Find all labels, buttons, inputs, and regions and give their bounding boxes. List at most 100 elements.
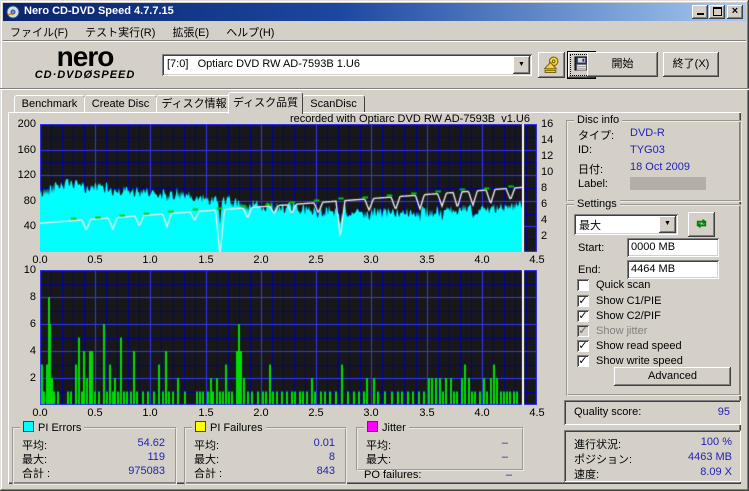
axis-tick-label: 3.5 bbox=[419, 254, 435, 266]
axis-tick-label: 0.0 bbox=[32, 407, 48, 419]
jitter-max-label: 最大: bbox=[366, 454, 392, 466]
jitter-group-title: Jitter bbox=[364, 421, 409, 434]
disc-label-label: Label: bbox=[578, 178, 608, 190]
axis-tick-label: 14 bbox=[541, 134, 554, 146]
axis-tick-label: 10 bbox=[541, 166, 554, 178]
menu-file[interactable]: ファイル(F) bbox=[3, 22, 75, 40]
start-field-value: 0000 MB bbox=[631, 241, 676, 253]
disc-type-label: タイプ: bbox=[578, 130, 615, 142]
drive-selector-arrow-button[interactable]: ▼ bbox=[513, 56, 530, 74]
checkbox-show-jitter: ✓ Show jitter bbox=[577, 325, 735, 339]
empty-checkbox bbox=[577, 279, 589, 291]
scan-speed-select[interactable]: 最大 ▼ bbox=[574, 214, 678, 235]
checkbox-show-c2-pif[interactable]: ✓ Show C2/PIF bbox=[577, 310, 735, 324]
jitter-max-value: – bbox=[501, 451, 508, 463]
axis-tick-label: 3.5 bbox=[419, 407, 435, 419]
quality-score-label: Quality score: bbox=[574, 406, 642, 418]
pi-errors-group-title: PI Errors bbox=[20, 421, 85, 434]
settings-group-title: Settings bbox=[574, 198, 620, 210]
position-value: 4463 MB bbox=[687, 451, 732, 463]
axis-tick-label: 1.5 bbox=[198, 407, 214, 419]
eject-button[interactable] bbox=[538, 52, 565, 78]
checkbox-label: Show write speed bbox=[596, 355, 683, 367]
disc-info-group-title: Disc info bbox=[574, 114, 623, 126]
toolbar-separator bbox=[0, 88, 749, 90]
pi-failures-legend-swatch bbox=[195, 421, 206, 432]
axis-tick-label: 4.5 bbox=[529, 407, 545, 419]
axis-tick-label: 2 bbox=[29, 372, 36, 384]
window-title: Nero CD-DVD Speed 4.7.7.15 bbox=[24, 5, 174, 17]
checkbox-label: Show jitter bbox=[596, 325, 648, 337]
pif-total-label: 合計 : bbox=[194, 468, 223, 480]
menu-help[interactable]: ヘルプ(H) bbox=[219, 22, 281, 40]
maximize-icon bbox=[712, 7, 722, 16]
title-bar[interactable]: Nero CD-DVD Speed 4.7.7.15 × bbox=[3, 3, 746, 21]
axis-tick-label: 0.5 bbox=[87, 407, 103, 419]
menu-extra[interactable]: 拡張(E) bbox=[165, 22, 216, 40]
checkmark-icon: ✓ bbox=[577, 295, 589, 307]
end-field-label: End: bbox=[578, 264, 601, 276]
tab-benchmark[interactable]: Benchmark bbox=[14, 95, 85, 113]
disc-id-value: TYG03 bbox=[630, 144, 665, 156]
quality-score-value: 95 bbox=[717, 406, 730, 418]
checkbox-quick-scan[interactable]: Quick scan bbox=[577, 279, 735, 293]
pi-failures-group-title: PI Failures bbox=[192, 421, 266, 434]
start-button[interactable]: 開始 bbox=[587, 52, 658, 77]
close-icon: × bbox=[731, 5, 739, 17]
axis-tick-label: 1.5 bbox=[198, 254, 214, 266]
drive-selector-value: [7:0] Optiarc DVD RW AD-7593B 1.U6 bbox=[167, 58, 360, 70]
minimize-button[interactable] bbox=[692, 5, 708, 19]
pif-max-value: 8 bbox=[328, 451, 335, 463]
axis-tick-label: 120 bbox=[17, 169, 36, 181]
axis-tick-label: 8 bbox=[541, 182, 548, 194]
menu-separator bbox=[3, 40, 746, 42]
menu-run-test[interactable]: テスト実行(R) bbox=[78, 22, 162, 40]
exit-button[interactable]: 終了(X) bbox=[663, 52, 719, 77]
po-failures-value: – bbox=[505, 469, 512, 481]
close-button[interactable]: × bbox=[727, 5, 743, 19]
app-icon bbox=[6, 5, 20, 19]
app-window: Nero CD-DVD Speed 4.7.7.15 × ファイル(F) テスト… bbox=[0, 0, 749, 491]
axis-tick-label: 2.0 bbox=[253, 407, 269, 419]
pie-max-value: 119 bbox=[147, 451, 165, 463]
end-field[interactable]: 4464 MB bbox=[627, 260, 719, 279]
pie-avg-value: 54.62 bbox=[137, 437, 165, 449]
scan-speed-arrow-button[interactable]: ▼ bbox=[659, 216, 676, 233]
axis-tick-label: 2 bbox=[541, 230, 548, 242]
axis-tick-label: 2.5 bbox=[308, 407, 324, 419]
start-field[interactable]: 0000 MB bbox=[627, 238, 719, 257]
pif-total-value: 843 bbox=[316, 465, 335, 477]
maximize-button[interactable] bbox=[709, 5, 725, 19]
axis-tick-label: 3.0 bbox=[363, 254, 379, 266]
tab-disc-info[interactable]: ディスク情報 bbox=[156, 95, 232, 113]
axis-tick-label: 2.0 bbox=[253, 254, 269, 266]
refresh-button[interactable] bbox=[688, 212, 715, 237]
axis-tick-label: 16 bbox=[541, 118, 554, 130]
checkbox-label: Show C1/PIE bbox=[596, 295, 662, 307]
axis-tick-label: 0.0 bbox=[32, 254, 48, 266]
checkbox-label: Quick scan bbox=[596, 279, 651, 291]
axis-tick-label: 2.5 bbox=[308, 254, 324, 266]
po-failures-label: PO failures: bbox=[364, 469, 422, 481]
advanced-button[interactable]: Advanced bbox=[614, 367, 731, 386]
axis-tick-label: 0.5 bbox=[87, 254, 103, 266]
tab-disc-quality[interactable]: ディスク品質 bbox=[228, 92, 303, 114]
checkmark-icon: ✓ bbox=[577, 310, 589, 322]
refresh-arrows-icon bbox=[696, 218, 707, 229]
pif-avg-value: 0.01 bbox=[313, 437, 335, 449]
tab-create-disc[interactable]: Create Disc bbox=[84, 95, 157, 113]
checkbox-show-c1-pie[interactable]: ✓ Show C1/PIE bbox=[577, 295, 735, 309]
axis-tick-label: 160 bbox=[17, 144, 36, 156]
cddvdspeed-logo-text: CD·DVDØSPEED bbox=[34, 69, 136, 81]
pie-speed-chart-canvas bbox=[40, 124, 537, 252]
tab-scandisc[interactable]: ScanDisc bbox=[302, 95, 365, 113]
checkbox-show-read-speed[interactable]: ✓ Show read speed bbox=[577, 340, 735, 354]
drive-selector[interactable]: [7:0] Optiarc DVD RW AD-7593B 1.U6 ▼ bbox=[162, 54, 532, 76]
axis-tick-label: 4.0 bbox=[474, 254, 490, 266]
pi-failures-title-text: PI Failures bbox=[210, 422, 263, 434]
pi-errors-title-text: PI Errors bbox=[38, 422, 82, 434]
axis-tick-label: 40 bbox=[23, 220, 36, 232]
speed-label: 速度: bbox=[574, 469, 600, 481]
axis-tick-label: 3.0 bbox=[363, 407, 379, 419]
minimize-icon bbox=[696, 13, 704, 15]
